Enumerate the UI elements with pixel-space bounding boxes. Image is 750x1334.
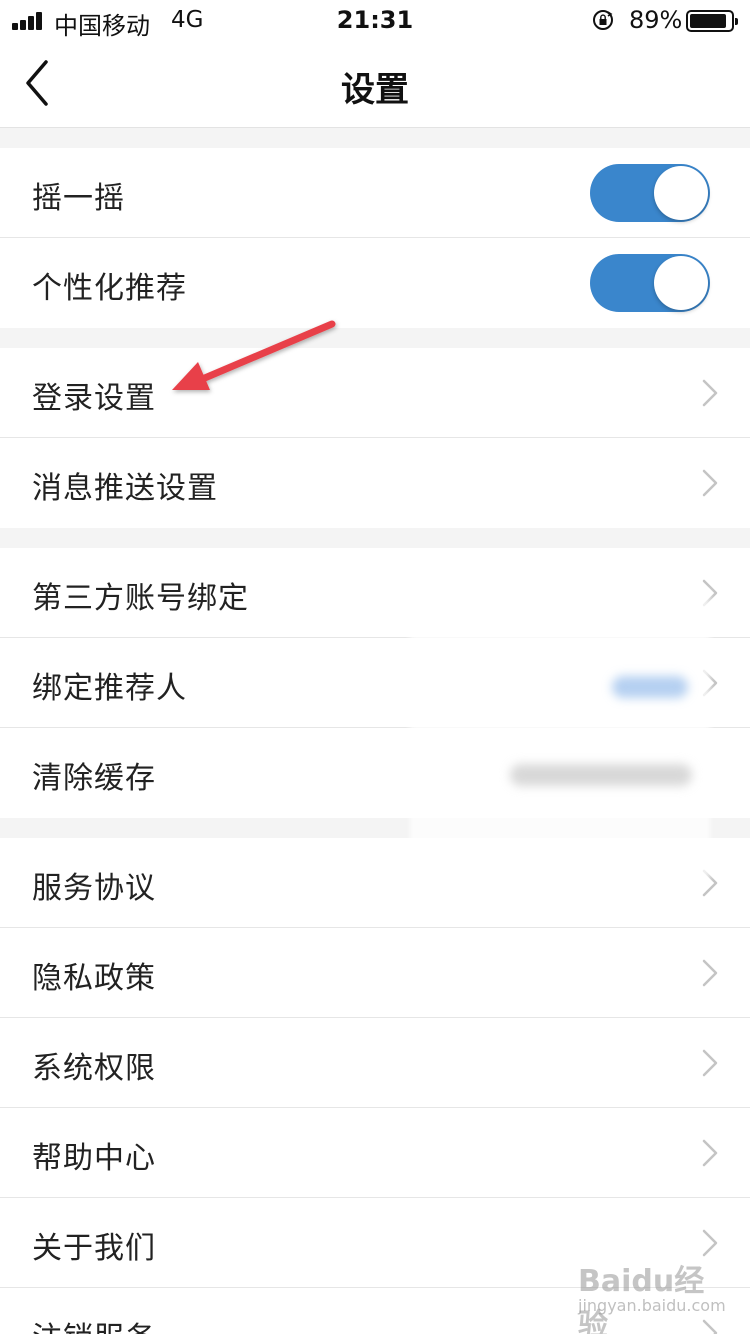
setting-label: 摇一摇	[32, 181, 125, 216]
settings-group-toggles: 摇一摇 个性化推荐	[0, 148, 750, 328]
setting-label: 帮助中心	[32, 1141, 156, 1176]
chevron-right-icon	[702, 469, 718, 497]
battery-icon	[686, 10, 738, 32]
setting-label: 清除缓存	[32, 761, 156, 796]
setting-label: 绑定推荐人	[32, 671, 187, 706]
rotation-lock-icon	[593, 10, 613, 30]
setting-label: 第三方账号绑定	[32, 581, 249, 616]
page-title: 设置	[341, 70, 409, 110]
chevron-right-icon	[702, 1139, 718, 1167]
chevron-right-icon	[702, 1049, 718, 1077]
setting-row-login-settings[interactable]: 登录设置	[0, 348, 750, 438]
settings-group-account: 登录设置 消息推送设置	[0, 348, 750, 528]
navigation-bar: 设置	[0, 42, 750, 128]
setting-row-privacy-policy[interactable]: 隐私政策	[0, 928, 750, 1018]
status-bar: 中国移动 4G 21:31 89%	[0, 0, 750, 42]
setting-label: 个性化推荐	[32, 271, 187, 306]
annotation-arrow-icon	[172, 320, 336, 390]
toggle-knob	[654, 256, 708, 310]
setting-row-personalized-recommendation: 个性化推荐	[0, 238, 750, 328]
battery-percentage: 89%	[629, 6, 683, 34]
setting-row-push-notifications[interactable]: 消息推送设置	[0, 438, 750, 528]
chevron-right-icon	[702, 379, 718, 407]
toggle-knob	[654, 166, 708, 220]
redacted-value	[612, 676, 688, 698]
setting-row-system-permissions[interactable]: 系统权限	[0, 1018, 750, 1108]
setting-label: 服务协议	[32, 871, 156, 906]
setting-row-help-center[interactable]: 帮助中心	[0, 1108, 750, 1198]
setting-label: 系统权限	[32, 1051, 156, 1086]
redacted-area	[410, 590, 710, 880]
watermark-logo: Baidu经验 jingyan.baidu.com	[578, 1264, 726, 1334]
setting-label: 关于我们	[32, 1231, 156, 1266]
chevron-right-icon	[702, 959, 718, 987]
personalized-recommendation-toggle[interactable]	[590, 254, 710, 312]
shake-toggle[interactable]	[590, 164, 710, 222]
setting-row-shake: 摇一摇	[0, 148, 750, 238]
setting-label: 消息推送设置	[32, 471, 218, 506]
setting-label: 登录设置	[32, 381, 156, 416]
redacted-value	[510, 764, 692, 786]
setting-label: 隐私政策	[32, 961, 156, 996]
setting-label: 注销服务	[32, 1313, 156, 1334]
